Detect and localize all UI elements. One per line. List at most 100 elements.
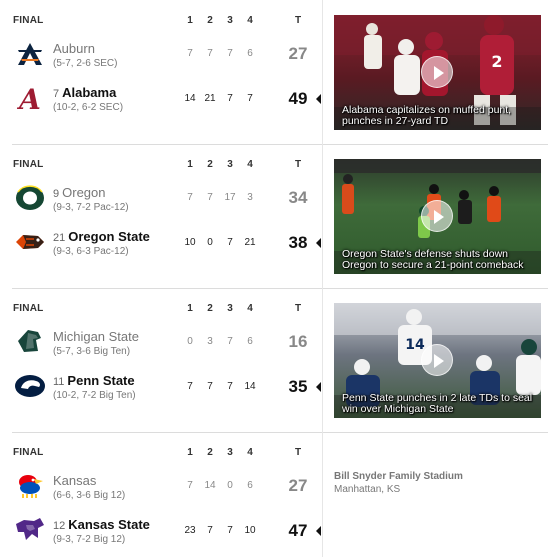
quarter-header: 2	[207, 159, 213, 170]
winner-arrow-icon	[316, 238, 321, 248]
quarter-score: 7	[207, 525, 213, 536]
team-name[interactable]: Auburn	[53, 41, 95, 56]
quarter-score: 7	[227, 93, 233, 104]
auburn-logo[interactable]	[14, 40, 46, 68]
game-card[interactable]: FINAL 1 2 3 4 T Kansas (6-6, 3-6 Big 12)…	[0, 432, 548, 557]
quarter-score: 7	[227, 48, 233, 59]
winner-arrow-icon	[316, 94, 321, 104]
michigan-state-logo[interactable]	[14, 327, 46, 355]
video-caption[interactable]: Alabama capitalizes on muffed punt, punc…	[342, 105, 535, 127]
quarter-header: 2	[207, 15, 213, 26]
divider	[322, 0, 323, 144]
venue-name[interactable]: Bill Snyder Family Stadium	[334, 471, 463, 482]
quarter-score: 14	[184, 93, 196, 104]
team-name[interactable]: 9 Oregon	[53, 185, 106, 200]
svg-text:A: A	[16, 84, 41, 112]
quarter-score: 23	[184, 525, 196, 536]
quarter-score: 0	[227, 480, 233, 491]
kansas-logo[interactable]	[14, 471, 46, 499]
quarter-score: 0	[187, 336, 193, 347]
quarter-header: 1	[187, 447, 193, 458]
quarter-score: 7	[247, 93, 253, 104]
oregon-state-logo[interactable]	[14, 228, 46, 256]
team-name-label[interactable]: Auburn	[53, 41, 95, 56]
quarter-score: 6	[247, 336, 253, 347]
quarter-score: 17	[224, 192, 236, 203]
quarter-score: 7	[227, 336, 233, 347]
quarter-header: 4	[247, 303, 253, 314]
venue-info: Bill Snyder Family Stadium Manhattan, KS	[334, 471, 463, 495]
team-name-label[interactable]: Michigan State	[53, 329, 139, 344]
quarter-score: 6	[247, 48, 253, 59]
game-card[interactable]: FINAL 1 2 3 4 T Auburn (5-7, 2-6 SEC) 7 …	[0, 0, 548, 144]
total-score: 27	[288, 476, 308, 495]
team-record: (9-3, 7-2 Big 12)	[53, 534, 126, 545]
divider	[322, 288, 323, 432]
team-record: (10-2, 6-2 SEC)	[53, 102, 124, 113]
svg-text:2: 2	[491, 52, 502, 71]
team-name-label[interactable]: Kansas State	[68, 517, 150, 532]
quarter-score: 14	[244, 381, 256, 392]
divider	[12, 288, 548, 289]
total-header: T	[294, 159, 302, 170]
game-card[interactable]: FINAL 1 2 3 4 T 9 Oregon (9-3, 7-2 Pac-12…	[0, 144, 548, 288]
play-icon[interactable]	[421, 56, 453, 88]
game-card[interactable]: FINAL 1 2 3 4 T Michigan State (5-7, 3-6…	[0, 288, 548, 432]
team-name-label[interactable]: Oregon	[62, 185, 105, 200]
video-highlight[interactable]: Oregon State's defense shuts down Oregon…	[334, 159, 541, 274]
video-highlight[interactable]: 2 Alabama capitalizes on muffed punt, pu…	[334, 15, 541, 130]
kansas-state-logo[interactable]	[14, 516, 46, 544]
team-name[interactable]: 12 Kansas State	[53, 517, 150, 532]
play-icon[interactable]	[421, 200, 453, 232]
quarter-score: 14	[204, 480, 216, 491]
team-name[interactable]: Michigan State	[53, 329, 139, 344]
team-name-label[interactable]: Penn State	[67, 373, 134, 388]
total-score: 49	[288, 89, 308, 108]
team-record: (5-7, 2-6 SEC)	[53, 58, 118, 69]
quarter-header: 3	[227, 303, 233, 314]
quarter-header: 4	[247, 159, 253, 170]
video-caption[interactable]: Penn State punches in 2 late TDs to seal…	[342, 393, 535, 415]
quarter-score: 7	[187, 480, 193, 491]
svg-text:14: 14	[405, 337, 425, 353]
game-status: FINAL	[13, 447, 44, 458]
quarter-header: 3	[227, 447, 233, 458]
venue-location: Manhattan, KS	[334, 484, 401, 495]
total-score: 16	[288, 332, 308, 351]
divider	[322, 144, 323, 288]
team-rank: 11	[53, 376, 65, 388]
team-name[interactable]: 11 Penn State	[53, 373, 135, 388]
team-name[interactable]: 7 Alabama	[53, 85, 116, 100]
winner-arrow-icon	[316, 382, 321, 392]
video-highlight[interactable]: 14 Penn State punches in 2 late TDs to s…	[334, 303, 541, 418]
quarter-header: 2	[207, 447, 213, 458]
team-name-label[interactable]: Oregon State	[68, 229, 150, 244]
quarter-header: 1	[187, 15, 193, 26]
play-icon[interactable]	[421, 344, 453, 376]
total-score: 34	[288, 188, 308, 207]
team-name-label[interactable]: Alabama	[62, 85, 116, 100]
team-record: (6-6, 3-6 Big 12)	[53, 490, 126, 501]
team-name[interactable]: 21 Oregon State	[53, 229, 150, 244]
video-caption[interactable]: Oregon State's defense shuts down Oregon…	[342, 249, 535, 271]
quarter-score: 0	[207, 237, 213, 248]
team-name[interactable]: Kansas	[53, 473, 96, 488]
penn-state-logo[interactable]	[14, 372, 46, 400]
quarter-score: 7	[187, 381, 193, 392]
quarter-score: 7	[187, 48, 193, 59]
quarter-score: 7	[207, 192, 213, 203]
team-name-label[interactable]: Kansas	[53, 473, 96, 488]
scoreboard-panel	[0, 0, 322, 144]
scoreboard-panel	[0, 432, 322, 557]
total-header: T	[294, 15, 302, 26]
game-status: FINAL	[13, 159, 44, 170]
quarter-score: 7	[207, 48, 213, 59]
alabama-logo[interactable]: A	[14, 84, 46, 112]
winner-arrow-icon	[316, 526, 321, 536]
quarter-header: 1	[187, 159, 193, 170]
oregon-logo[interactable]	[14, 184, 46, 212]
game-status: FINAL	[13, 303, 44, 314]
total-header: T	[294, 303, 302, 314]
team-rank: 7	[53, 88, 60, 100]
team-record: (9-3, 7-2 Pac-12)	[53, 202, 129, 213]
